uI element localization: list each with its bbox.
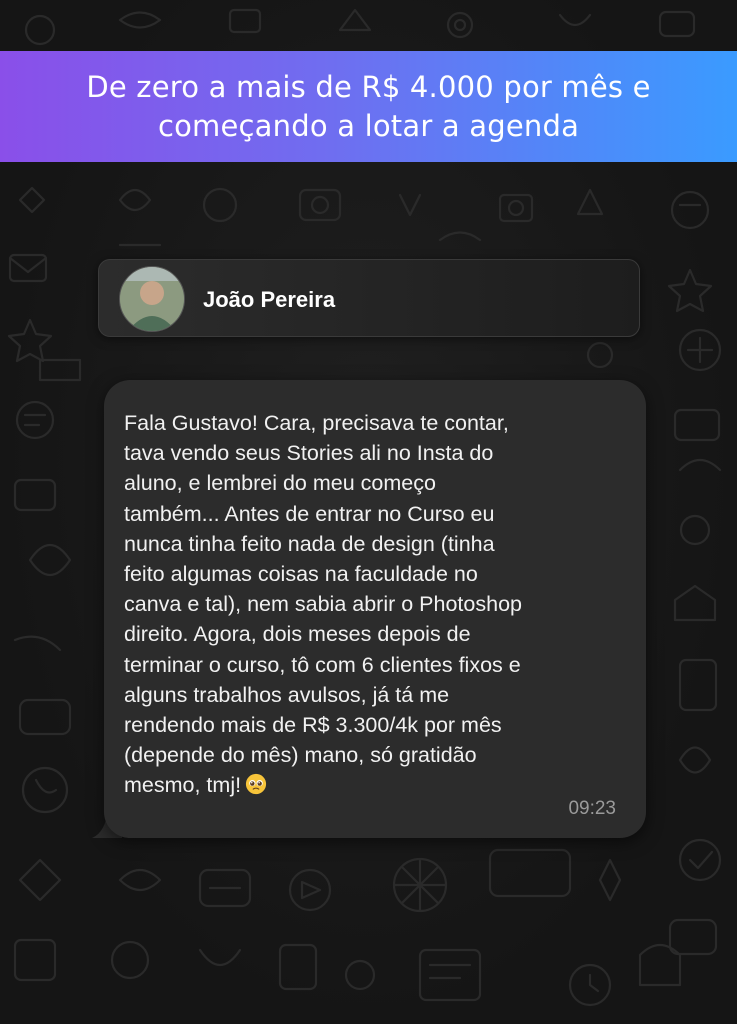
message-body: Fala Gustavo! Cara, precisava te contar,… (124, 411, 522, 798)
message-timestamp: 09:23 (568, 798, 616, 819)
avatar-photo (120, 267, 184, 331)
headline-text: De zero a mais de R$ 4.000 por mês e com… (86, 69, 651, 143)
chat-contact-header[interactable]: João Pereira (98, 259, 640, 337)
headline-banner: De zero a mais de R$ 4.000 por mês e com… (0, 51, 737, 162)
message-bubble[interactable]: Fala Gustavo! Cara, precisava te contar,… (104, 380, 646, 838)
pleading-face-icon (245, 774, 267, 795)
message-text: Fala Gustavo! Cara, precisava te contar,… (124, 408, 624, 801)
contact-name: João Pereira (203, 287, 336, 312)
avatar[interactable] (119, 266, 185, 332)
